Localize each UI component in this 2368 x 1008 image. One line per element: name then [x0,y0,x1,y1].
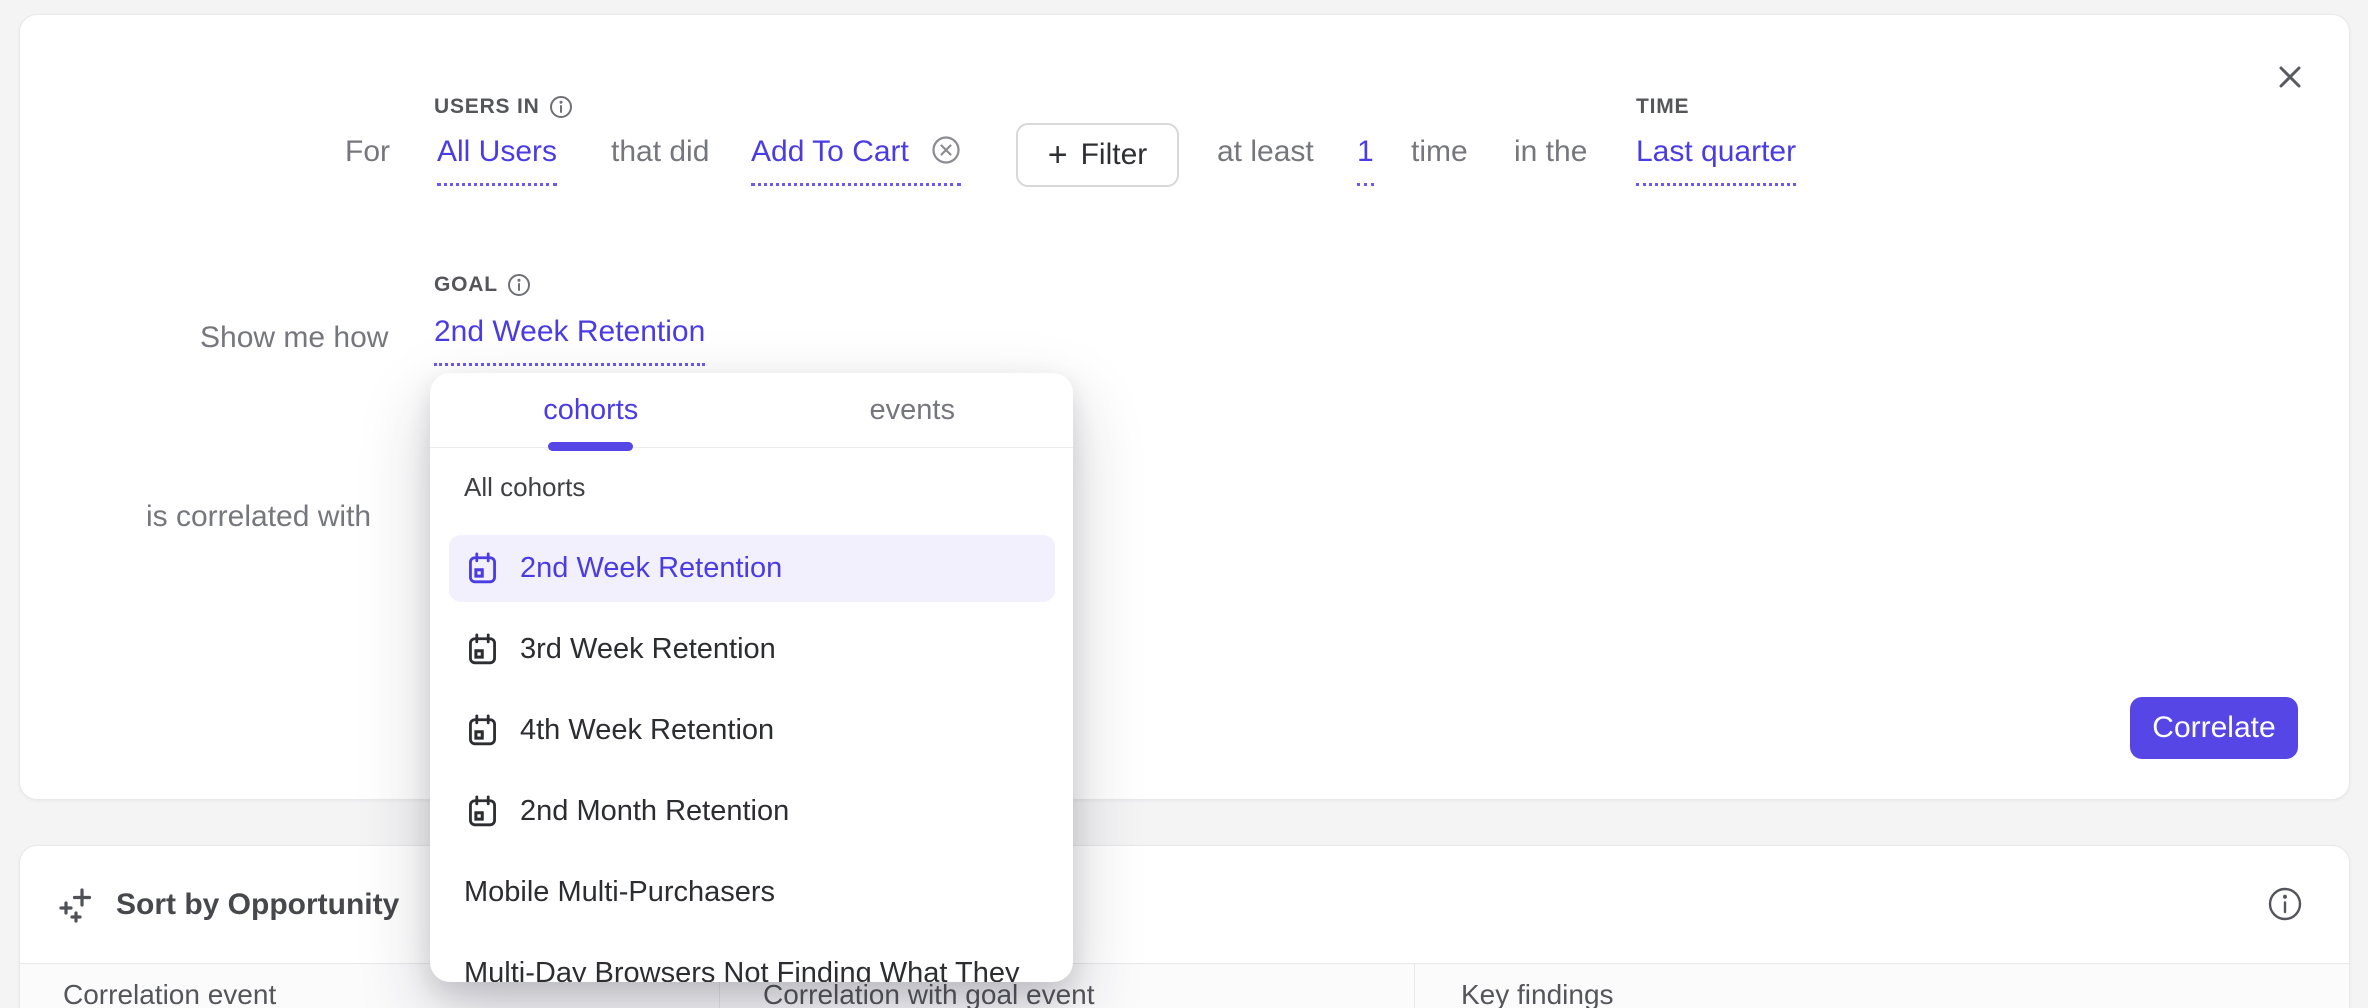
query-builder-card: For USERS IN All Users that did Add To C… [19,14,2350,800]
calendar-icon [467,633,498,666]
sort-by-opportunity-button[interactable]: Sort by Opportunity [58,875,399,935]
calendar-icon [467,552,498,585]
correlate-button[interactable]: Correlate [2130,697,2298,759]
cohort-list-item[interactable]: 2nd Month Retention [449,778,1055,845]
users-selector[interactable]: All Users [437,134,557,186]
in-the-word: in the [1514,134,1587,170]
info-icon[interactable] [507,273,531,297]
cohort-list-item[interactable]: Multi-Day Browsers Not Finding What They [449,940,1055,982]
for-word: For [345,134,390,170]
calendar-icon [467,795,498,828]
cohort-item-label: Mobile Multi-Purchasers [464,876,775,909]
users-in-label: USERS IN [434,95,573,119]
that-did-word: that did [611,134,709,170]
cohort-item-label: 4th Week Retention [520,714,774,747]
show-me-how-word: Show me how [200,320,388,356]
time-word: time [1411,134,1468,170]
close-icon[interactable] [2270,57,2310,97]
cohort-list-item[interactable]: 2nd Week Retention [449,535,1055,602]
cohort-list-item[interactable]: 4th Week Retention [449,697,1055,764]
opportunity-sparkle-icon [58,886,96,924]
column-header-correlation-with-goal: Correlation with goal event [763,979,1095,1008]
results-card: Sort by Opportunity Correlation event Co… [19,845,2350,1008]
cohort-list-item[interactable]: Mobile Multi-Purchasers [449,859,1055,926]
at-least-word: at least [1217,134,1314,170]
plus-icon: + [1048,140,1068,170]
cohort-item-label: Multi-Day Browsers Not Finding What They [464,957,1019,982]
cohort-item-label: 2nd Month Retention [520,795,789,828]
info-icon[interactable] [549,95,573,119]
column-divider [1414,964,1415,1008]
column-header-correlation-event: Correlation event [63,979,276,1008]
time-range-selector[interactable]: Last quarter [1636,134,1796,186]
tab-cohorts[interactable]: cohorts [430,373,752,447]
cohort-item-label: 2nd Week Retention [520,552,782,585]
goal-selector[interactable]: 2nd Week Retention [434,314,705,366]
time-label: TIME [1636,95,1689,119]
event-selector[interactable]: Add To Cart [751,134,961,186]
tab-events[interactable]: events [752,373,1074,447]
calendar-icon [467,714,498,747]
cohort-list-item[interactable]: 3rd Week Retention [449,616,1055,683]
count-selector[interactable]: 1 [1357,134,1374,186]
goal-label: GOAL [434,273,531,297]
is-correlated-with-word: is correlated with [146,499,371,535]
add-filter-button[interactable]: + Filter [1016,123,1179,187]
table-header-row: Correlation event Correlation with goal … [20,963,2349,1008]
dropdown-tabs: cohorts events [430,373,1073,448]
cohort-item-label: 3rd Week Retention [520,633,776,666]
cohort-section-label: All cohorts [464,472,585,503]
cohort-dropdown-panel: cohorts events All cohorts 2nd Week Rete… [430,373,1073,982]
active-tab-indicator [548,442,633,451]
remove-event-icon[interactable] [931,135,961,165]
info-icon[interactable] [2267,886,2303,922]
column-header-key-findings: Key findings [1461,979,1614,1008]
